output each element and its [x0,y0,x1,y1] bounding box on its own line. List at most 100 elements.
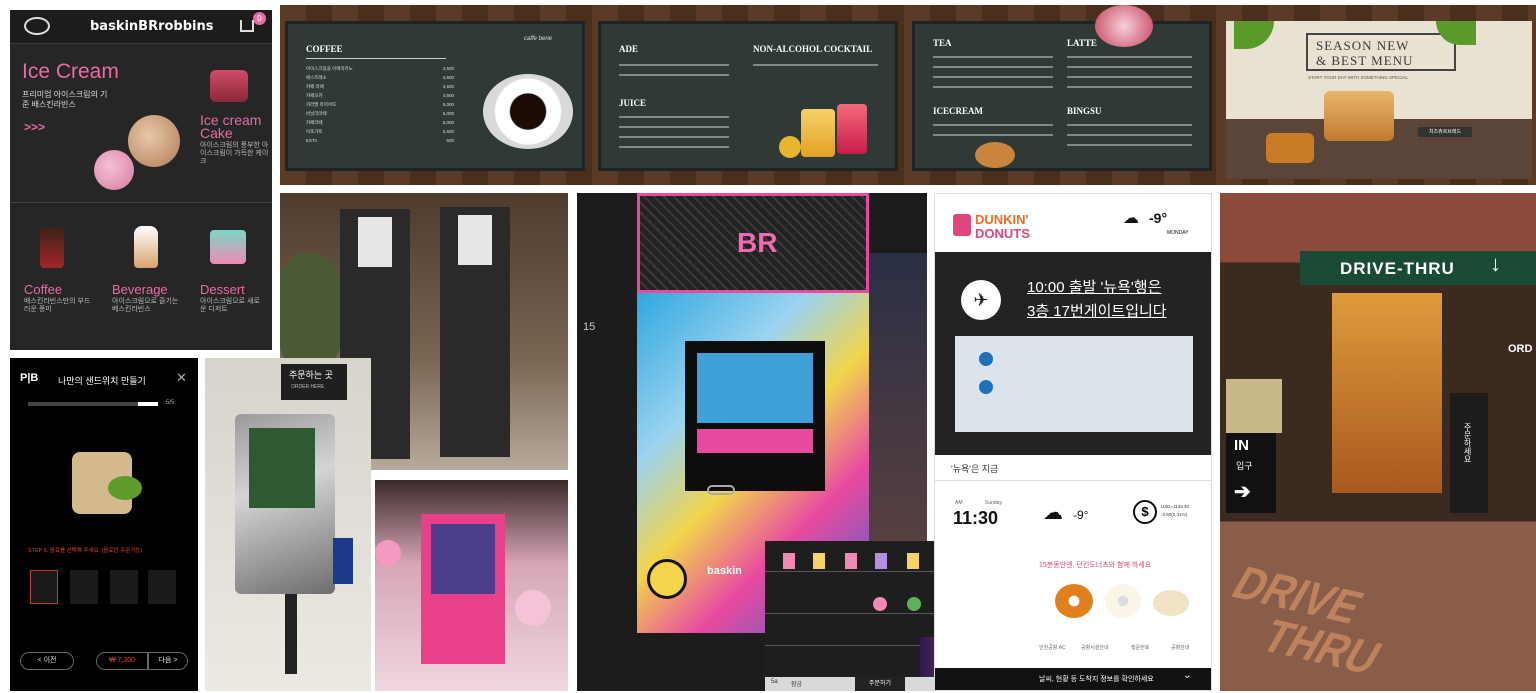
coffee-image [40,228,64,268]
order-sign-subtext: ORDER HERE [291,384,325,390]
non-alcohol-cocktail-header: NON-ALCOHOL COCKTAIL [753,44,873,54]
bottom-nav-label[interactable]: 잠금 [791,679,802,688]
kiosk-screen [249,428,315,508]
menu-price: 4,500 [442,93,454,98]
cart-icon[interactable] [240,20,254,32]
nav-item[interactable]: 인천공항 AC [1039,644,1066,651]
temperature-top: -9° [1149,210,1168,226]
step-instruction: STEP 5. 음료를 선택해 주세요. (음료만 주문가능) [28,548,143,554]
cake-label[interactable]: Ice cream Cake [200,113,270,140]
brand-logo: baskinBRrobbins [90,19,214,34]
order-sign-partial: ORD [1508,343,1533,355]
cart-count-badge: 0 [253,12,266,25]
menu-price: 4,500 [442,84,454,89]
cafe-logo: caffe bene [524,36,553,42]
dunkin-cup-icon [953,214,971,236]
map-marker [979,352,993,366]
product-item[interactable] [845,553,857,569]
category-coffee-label[interactable]: Coffee [24,282,62,297]
temperature-bottom: -9° [1073,508,1089,522]
next-button[interactable]: 다음 > [148,652,188,670]
graffiti-circle [647,559,687,599]
card-reader [333,538,353,584]
nav-item[interactable]: 공항안내 [1171,644,1189,651]
in-korean-label: 입구 [1236,461,1253,471]
progress-fill [138,402,158,406]
cake-desc: 아이스크림의 풍부한 아이스크림이 가득한 케이크 [200,142,269,165]
bingsu-header: BINGSU [1067,106,1102,116]
drink-option[interactable] [110,570,138,604]
right-arrow-icon: ➔ [1234,481,1251,503]
store-window [1332,293,1442,493]
product-item[interactable] [907,553,919,569]
bottom-nav-label[interactable]: 5a [771,679,778,685]
beverage-image [134,226,158,268]
app-header: baskinBRrobbins 0 [10,10,272,44]
order-button[interactable]: 주문하기 [855,677,905,691]
menu-price: 5,000 [442,111,454,116]
globe-icon[interactable] [24,17,50,35]
usd-change: -3.60(0.31%) [1161,512,1188,517]
hero-arrow[interactable]: >>> [24,120,45,134]
prev-button[interactable]: < 이전 [20,652,74,670]
season-subtitle: START YOUR DAY WITH SOMETHING SPECIAL [1308,75,1409,80]
ade-menu-board: ADE JUICE NON-ALCOHOL COCKTAIL [598,21,898,171]
coffee-cup-image [483,74,573,149]
ground-text-thru: THRU [1252,610,1391,685]
menu-price: 500 [446,138,454,143]
drive-thru-sign-text: DRIVE-THRU [1340,259,1455,278]
pillar-text: 주문하세요 [1463,423,1472,463]
dispenser-slot [707,485,735,495]
product-item[interactable] [907,597,921,611]
mango-image [779,136,801,158]
kiosk-title: 나만의 샌드위치 만들기 [58,376,146,386]
side-number: 15 [583,321,596,333]
day-label: MONDAY [1167,230,1189,236]
product-item[interactable] [875,553,887,569]
in-label: IN [1234,437,1249,454]
category-beverage-label[interactable]: Beverage [112,282,168,297]
divider [935,480,1211,481]
plant-image [280,253,340,373]
product-item[interactable] [813,553,825,569]
pink-kiosk-screen [431,524,495,594]
machine-banner [697,429,813,453]
now-label: '뉴욕'은 지금 [951,464,999,474]
waffle-image [975,142,1015,168]
menu-price: 5,000 [442,120,454,125]
menu-board-strip: COFFEE caffe bene 아이스크림을 아메리카노 에스프레소 카페 … [280,5,1536,185]
season-title-2: & BEST MENU [1316,53,1414,68]
season-item-label: 치즈츄르브레드 [1418,127,1472,137]
drink-option-selected[interactable] [30,570,58,604]
coffee-header: COFFEE [306,44,343,54]
drink-option[interactable] [148,570,176,604]
tea-header: TEA [933,38,952,48]
flight-line-1: 10:00 출발 '뉴욕'행은 [1027,279,1162,296]
close-icon[interactable]: ✕ [176,370,187,386]
ice-cream-scoop-image [128,115,180,167]
donut-image [1105,584,1141,618]
kiosk-screen [358,217,392,267]
honey-bread-image [1324,91,1394,141]
kiosk-screen [458,215,492,265]
weather-icon: ☁ [1043,500,1063,524]
dunkin-airport-display: DUNKIN' DONUTS ☁ -9° MONDAY ✈ 10:00 출발 '… [934,193,1212,691]
product-item[interactable] [873,597,887,611]
drink-option[interactable] [70,570,98,604]
berry-bingsu-image [1095,5,1153,47]
order-kiosk-photo: 주문하는 곳 ORDER HERE [205,358,371,691]
nav-item[interactable]: 행운번호 [1131,644,1149,651]
product-item[interactable] [783,553,795,569]
season-title-1: SEASON NEW [1316,38,1410,53]
chevron-down-icon[interactable]: ⌄ [1183,670,1191,681]
weekday-label: Sunday [985,500,1002,506]
season-menu-board: SEASON NEW & BEST MENU START YOUR DAY WI… [1226,21,1532,179]
ampm-label: AM [955,500,963,506]
coffee-menu-board: COFFEE caffe bene 아이스크림을 아메리카노 에스프레소 카페 … [285,21,585,171]
nav-item[interactable]: 공항시설안내 [1081,644,1109,651]
category-dessert-label[interactable]: Dessert [200,282,245,297]
donut-image [1055,584,1093,618]
juice-header: JUICE [619,98,647,108]
hero-subtitle: 프리미엄 아이스크림의 기준 배스킨라빈스 [22,90,108,109]
flight-line-2: 3층 17번게이트입니다 [1027,303,1167,320]
